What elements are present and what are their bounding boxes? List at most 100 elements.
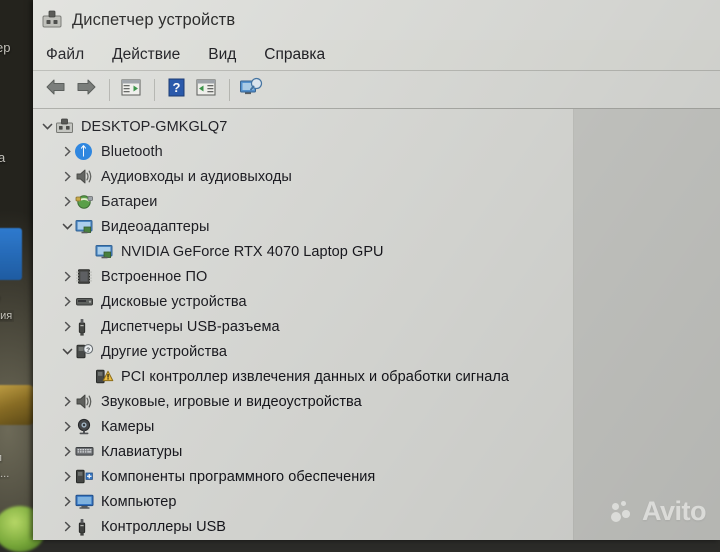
chevron-right-icon[interactable] [59,294,75,310]
svg-text:?: ? [172,80,180,95]
question-mark-icon: ? [167,78,186,102]
device-tree[interactable]: DESKTOP-GMKGLQ7 ᛏ Bluetooth [33,109,574,540]
tree-item-firmware[interactable]: Встроенное ПО [33,264,573,289]
tree-item-display-adapters[interactable]: Видеоадаптеры [33,214,573,239]
window-title: Диспетчер устройств [72,11,235,30]
menu-action[interactable]: Действие [109,44,183,66]
chevron-right-icon[interactable] [59,169,75,185]
chevron-right-icon[interactable] [59,419,75,435]
tree-item-label: Bluetooth [101,144,163,160]
software-component-icon [75,468,95,486]
chevron-right-icon[interactable] [59,469,75,485]
battery-icon [75,193,95,211]
tree-item-usb-connector-managers[interactable]: Диспетчеры USB-разъема [33,314,573,339]
tree-item-computer-root[interactable]: DESKTOP-GMKGLQ7 [33,114,573,139]
device-manager-window: Диспетчер устройств Файл Действие Вид Сп… [33,0,720,540]
forward-button[interactable] [72,77,100,103]
usb-connector-icon [75,518,95,536]
chevron-down-icon[interactable] [59,344,75,360]
tree-item-label: Контроллеры USB [101,519,226,535]
chevron-right-icon[interactable] [59,519,75,535]
tree-item-label: Компоненты программного обеспечения [101,469,375,485]
chevron-right-icon[interactable] [59,444,75,460]
toolbar-separator-1 [109,79,110,101]
svg-text:?: ? [86,347,90,354]
scan-hardware-button[interactable] [237,77,265,103]
tree-item-label: Компьютер [101,494,177,510]
bluetooth-icon: ᛏ [75,143,95,161]
menu-view[interactable]: Вид [205,44,239,66]
display-adapter-icon [95,243,115,261]
menu-help[interactable]: Справка [261,44,328,66]
chevron-right-icon[interactable] [59,319,75,335]
chevron-down-icon[interactable] [39,119,55,135]
properties-icon [195,78,217,102]
unknown-device-icon: ? [75,343,95,361]
tree-item-audio-io[interactable]: Аудиовходы и аудиовыходы [33,164,573,189]
bg-text-fragment-4: ния [0,310,14,322]
show-hide-tree-button[interactable] [117,77,145,103]
console-tree-icon [120,78,142,102]
chevron-right-icon[interactable] [59,194,75,210]
toolbar-separator-2 [154,79,155,101]
tree-item-disk-drives[interactable]: Дисковые устройства [33,289,573,314]
tree-item-label: DESKTOP-GMKGLQ7 [81,119,227,135]
tree-item-label: Видеоадаптеры [101,219,209,235]
menu-file[interactable]: Файл [43,44,87,66]
device-manager-icon [41,10,63,30]
speaker-icon [75,393,95,411]
tree-item-label: Дисковые устройства [101,294,247,310]
avito-watermark: Avito [611,496,706,527]
tree-item-label: Диспетчеры USB-разъема [101,319,280,335]
tree-item-other-devices[interactable]: ? Другие устройства [33,339,573,364]
bg-text-fragment-5: п [0,452,2,464]
avito-wordmark: Avito [642,496,706,527]
scan-monitor-icon [239,77,263,102]
tree-item-usb-controllers[interactable]: Контроллеры USB [33,514,573,539]
tree-item-batteries[interactable]: Батареи [33,189,573,214]
tree-item-nvidia-gpu[interactable]: NVIDIA GeForce RTX 4070 Laptop GPU [33,239,573,264]
avito-dots-logo [611,501,637,523]
chevron-right-icon[interactable] [59,494,75,510]
tree-item-cameras[interactable]: Камеры [33,414,573,439]
back-arrow-icon [45,78,67,101]
speaker-icon [75,168,95,186]
pci-warning-icon [95,368,115,386]
help-button[interactable]: ? [162,77,190,103]
tree-item-label: NVIDIA GeForce RTX 4070 Laptop GPU [121,244,384,260]
tree-item-label: Звуковые, игровые и видеоустройства [101,394,362,410]
bg-text-fragment-1: ер [0,40,10,55]
display-adapter-icon [75,218,95,236]
tree-item-sound-video-game-controllers[interactable]: Звуковые, игровые и видеоустройства [33,389,573,414]
background-gold-item [0,385,34,425]
tree-item-bluetooth[interactable]: ᛏ Bluetooth [33,139,573,164]
disk-drive-icon [75,293,95,311]
computer-icon [75,493,95,511]
tree-item-label: Другие устройства [101,344,227,360]
firmware-chip-icon [75,268,95,286]
properties-button[interactable] [192,77,220,103]
toolbar: ? [33,71,720,109]
tree-item-label: Батареи [101,194,157,210]
menu-bar: Файл Действие Вид Справка [33,40,720,71]
back-button[interactable] [42,77,70,103]
tree-item-pci-controller[interactable]: PCI контроллер извлечения данных и обраб… [33,364,573,389]
bg-text-fragment-2: а [0,150,5,165]
tree-item-computer[interactable]: Компьютер [33,489,573,514]
tree-item-software-components[interactable]: Компоненты программного обеспечения [33,464,573,489]
tree-item-keyboards[interactable]: Клавиатуры [33,439,573,464]
tree-item-label: Аудиовходы и аудиовыходы [101,169,292,185]
toolbar-separator-3 [229,79,230,101]
chevron-right-icon[interactable] [59,269,75,285]
details-pane [574,109,720,540]
chevron-down-icon[interactable] [59,219,75,235]
forward-arrow-icon [75,78,97,101]
chevron-right-icon[interactable] [59,394,75,410]
tree-item-label: Камеры [101,419,154,435]
tree-item-label: PCI контроллер извлечения данных и обраб… [121,369,509,385]
tree-item-label: Встроенное ПО [101,269,207,285]
background-blue-panel [0,228,22,280]
camera-icon [75,418,95,436]
keyboard-icon [75,443,95,461]
chevron-right-icon[interactable] [59,144,75,160]
